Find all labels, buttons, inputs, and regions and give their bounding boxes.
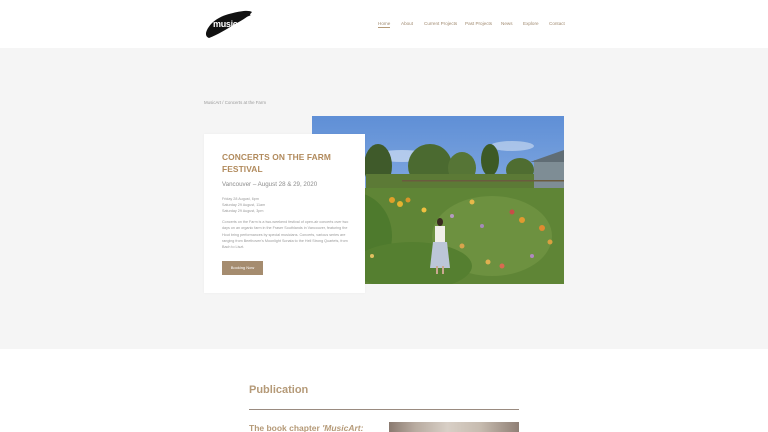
publication-subheading[interactable]: The book chapter 'MusicArt:	[249, 423, 363, 432]
nav-current-projects[interactable]: Current Projects	[424, 21, 457, 26]
publication-subheading-italic: 'MusicArt:	[322, 423, 364, 432]
event-date-3: Saturday 29 August, 3pm	[222, 209, 264, 213]
nav-past-projects[interactable]: Past Projects	[465, 21, 492, 26]
site-header: musicart Home About Current Projects Pas…	[0, 0, 768, 48]
event-subtitle: Vancouver – August 28 & 29, 2020	[222, 181, 318, 188]
breadcrumb: MusicArt / Concerts at the Farm	[204, 100, 266, 105]
event-card: CONCERTS ON THE FARM FESTIVAL Vancouver …	[204, 134, 365, 293]
event-date-2: Saturday 29 August, 11am	[222, 203, 266, 207]
publication-thumbnail[interactable]	[389, 422, 519, 432]
nav-news[interactable]: News	[501, 21, 513, 26]
event-description: Concerts on the Farm is a two-weekend fe…	[222, 220, 349, 250]
publication-divider	[249, 409, 519, 410]
nav-about[interactable]: About	[401, 21, 413, 26]
nav-contact[interactable]: Contact	[549, 21, 565, 26]
event-date-1: Friday 28 August, 6pm	[222, 197, 259, 201]
publication-subheading-text: The book chapter	[249, 423, 323, 432]
nav-home[interactable]: Home	[378, 21, 391, 28]
booking-button[interactable]: Booking Now	[222, 261, 263, 275]
event-title: CONCERTS ON THE FARM FESTIVAL	[222, 152, 332, 174]
main-nav: Home About Current Projects Past Project…	[0, 21, 768, 31]
publication-heading: Publication	[249, 384, 309, 396]
nav-explore[interactable]: Explore	[523, 21, 539, 26]
